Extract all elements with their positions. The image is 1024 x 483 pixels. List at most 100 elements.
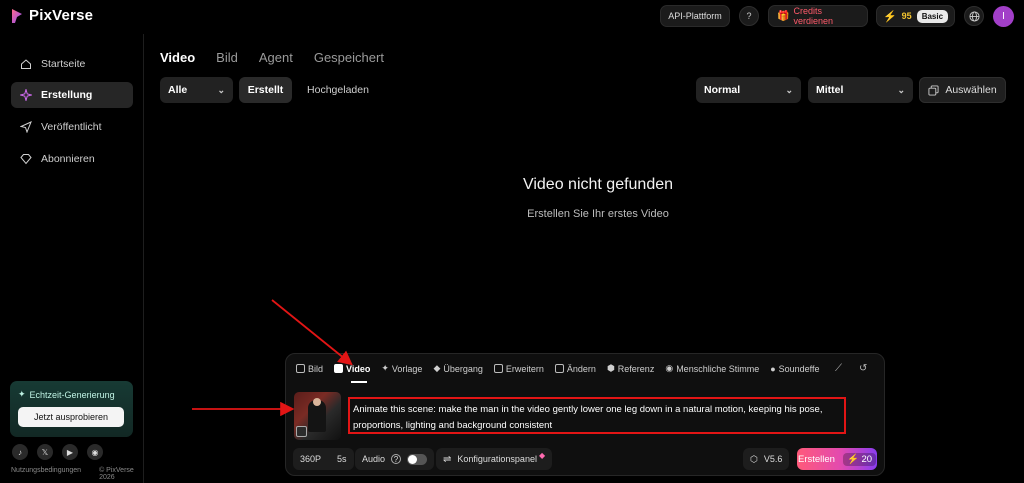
tab-image[interactable]: Bild [216,50,238,65]
dropdown-value: Mittel [816,84,844,96]
modify-icon [554,364,564,373]
sparkle-icon [20,89,32,101]
uploaded-video-thumbnail[interactable] [294,392,341,440]
credits-balance[interactable]: ⚡ 95 Basic [876,5,955,27]
avatar-initial: I [1002,11,1005,22]
mode-tab-reference[interactable]: ⬢ Referenz [607,363,654,374]
select-button[interactable]: Auswählen [919,77,1006,103]
filter-uploaded[interactable]: Hochgeladen [298,77,378,103]
filter-all-dropdown[interactable]: Alle ⌄ [160,77,233,103]
logo[interactable]: PixVerse [10,7,93,24]
audio-toggle[interactable]: Audio ? [355,448,435,470]
top-bar: PixVerse API-Plattform ? 🎁 Credits verdi… [0,0,1024,34]
select-label: Auswählen [945,84,997,96]
create-cost: ⚡ 20 [842,452,877,466]
promo-title: ✦ Echtzeit-Generierung [18,389,125,400]
audio-switch[interactable] [407,453,428,465]
chevron-down-icon: ⌄ [785,84,793,95]
cube-icon: ⬡ [750,453,758,464]
mode-label: Referenz [617,363,655,374]
mode-label: Erweitern [505,363,544,374]
info-icon: ? [391,454,402,464]
tab-saved[interactable]: Gespeichert [314,50,384,65]
social-links: ♪ 𝕏 ▶ ◉ [12,444,103,460]
mode-label: Ändern [566,363,596,374]
home-icon [21,59,31,69]
config-panel-button[interactable]: ⇌ Konfigurationspanel ◆ [436,448,553,470]
empty-state-subtitle: Erstellen Sie Ihr erstes Video [527,208,669,220]
prompt-composer: Bild Video ✦ Vorlage ◆ Übergang Erweitern … [285,353,885,476]
content-tabs: Video Bild Agent Gespeichert [160,50,384,65]
lightning-icon: ⚡ [882,10,897,23]
chevron-down-icon: ⌄ [217,84,225,95]
filter-created[interactable]: Erstellt [239,77,292,103]
diamond-icon [20,154,32,165]
reset-icon[interactable]: ↺ [859,363,867,374]
sparkle-icon: ✦ [381,363,389,373]
try-now-button[interactable]: Jetzt ausprobieren [18,407,124,427]
prompt-input[interactable]: Animate this scene: make the man in the … [348,397,846,434]
sparkle-icon: ✦ [18,389,26,399]
resolution-value: 360P [300,454,322,464]
copyright: © PixVerse 2026 [99,467,134,481]
quality-dropdown[interactable]: Normal ⌄ [696,77,801,103]
create-button[interactable]: Erstellen ⚡ 20 [797,448,877,470]
api-platform-button[interactable]: API-Plattform [660,5,730,27]
help-icon: ? [746,11,752,21]
sidebar-item-subscribe[interactable]: Abonnieren [11,146,133,172]
size-dropdown[interactable]: Mittel ⌄ [808,77,913,103]
sidebar-item-home[interactable]: Startseite [11,51,133,77]
sound-icon: ● [770,363,776,374]
mode-tab-extend[interactable]: Erweitern [493,363,544,374]
discord-icon[interactable]: ◉ [87,444,103,460]
mode-label: Video [346,363,371,374]
cube-icon: ⬢ [606,363,615,373]
credits-count: 95 [901,11,912,21]
avatar[interactable]: I [993,6,1014,27]
mode-tab-modify[interactable]: Ändern [554,363,596,374]
tab-video[interactable]: Video [160,50,195,65]
diamond-icon: ◆ [538,450,546,460]
mode-tab-video[interactable]: Video [334,363,370,374]
gift-icon: 🎁 [777,10,790,22]
api-platform-label: API-Plattform [668,11,722,21]
transition-icon: ◆ [433,363,441,373]
magic-wand-icon[interactable]: ⟋ [835,363,842,374]
terms-link[interactable]: Nutzungsbedingungen [11,467,81,481]
mode-tabs: Bild Video ✦ Vorlage ◆ Übergang Erweitern … [296,363,820,374]
mode-tab-template[interactable]: ✦ Vorlage [381,363,422,374]
duration-value: 5s [337,454,347,464]
sidebar-item-published[interactable]: Veröffentlicht [11,114,133,140]
sliders-icon: ⇌ [443,453,452,465]
dropdown-value: Normal [704,84,741,96]
sidebar-item-creation[interactable]: Erstellung [11,82,133,108]
mode-label: Menschliche Stimme [676,363,760,374]
tab-agent[interactable]: Agent [259,50,293,65]
resolution-duration-selector[interactable]: 360P 5s [293,448,354,470]
mode-tab-image[interactable]: Bild [296,363,323,374]
mode-tab-transition[interactable]: ◆ Übergang [433,363,482,374]
help-button[interactable]: ? [739,6,759,26]
mode-label: Übergang [443,363,483,374]
credits-earn-button[interactable]: 🎁 Credits verdienen [768,5,868,27]
sidebar-item-label: Abonnieren [41,153,95,165]
create-label: Erstellen [797,453,835,465]
youtube-icon[interactable]: ▶ [62,444,78,460]
chevron-down-icon: ⌄ [897,84,905,95]
model-version-selector[interactable]: ⬡ V5.6 [743,448,790,470]
mode-tab-sound-effects[interactable]: ● Soundeffe [770,363,819,374]
x-icon[interactable]: 𝕏 [37,444,53,460]
thumbnail-face [313,398,321,406]
extend-icon [493,364,503,373]
tiktok-icon[interactable]: ♪ [12,444,28,460]
image-icon [296,426,307,437]
language-button[interactable] [964,6,984,26]
sidebar-item-label: Startseite [41,58,86,70]
promo-title-text: Echtzeit-Generierung [29,389,115,400]
mode-tab-human-voice[interactable]: ◉ Menschliche Stimme [665,363,759,374]
credits-earn-label: Credits verdienen [793,6,833,26]
lightning-icon: ⚡ [846,453,859,465]
copy-icon [928,84,939,96]
sidebar-item-label: Veröffentlicht [41,121,102,133]
model-version: V5.6 [763,454,783,464]
